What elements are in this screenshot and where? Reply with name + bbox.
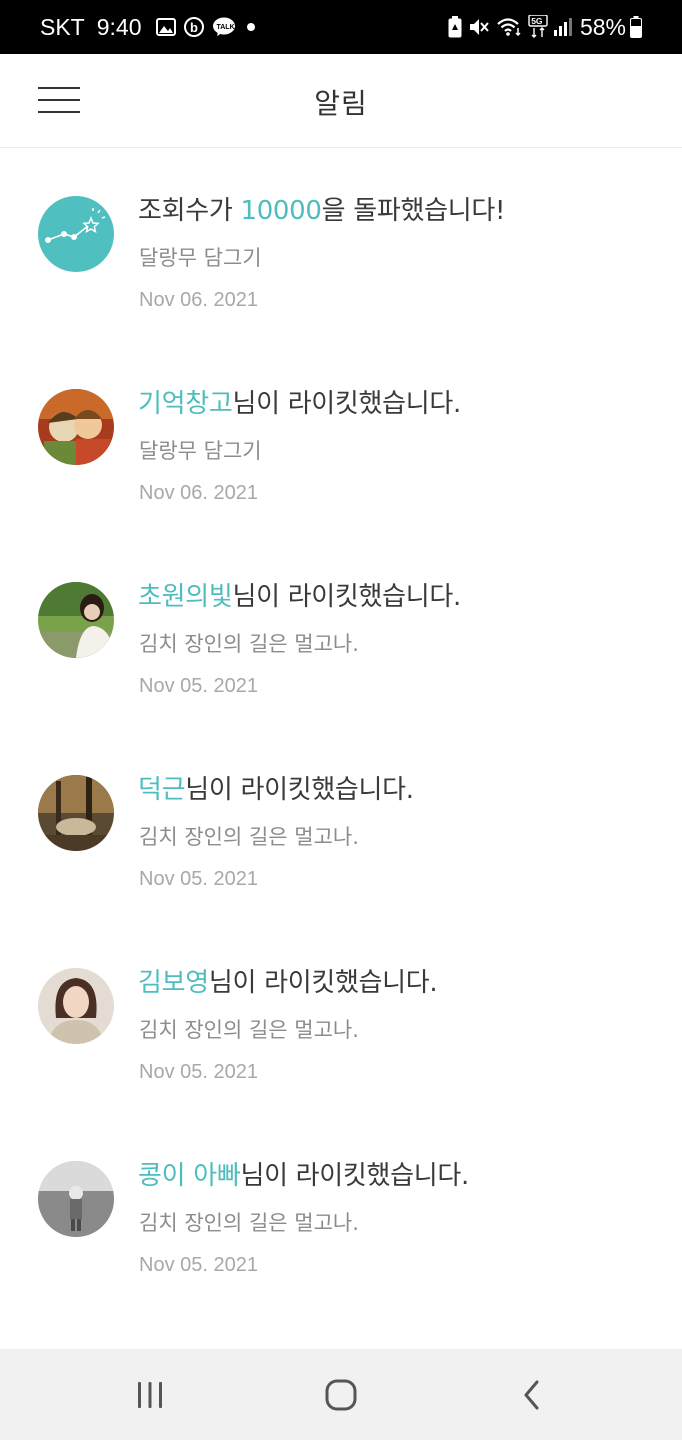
avatar[interactable]: [38, 775, 114, 851]
notification-message: 김보영님이 라이킷했습니다.: [138, 962, 438, 999]
message-suffix: 님이 라이킷했습니다.: [185, 775, 414, 805]
message-suffix: 님이 라이킷했습니다.: [208, 968, 438, 998]
clock: 9:40: [96, 13, 142, 40]
notification-item[interactable]: 초원의빛님이 라이킷했습니다. 김치 장인의 길은 멀고나. Nov 05. 2…: [0, 534, 682, 727]
avatar[interactable]: [38, 582, 114, 658]
notification-date: Nov 05. 2021: [139, 868, 258, 890]
svg-text:TALK: TALK: [216, 24, 234, 31]
notification-list: 조회수가 10000을 돌파했습니다! 달랑무 담그기 Nov 06. 2021…: [0, 148, 682, 1306]
notification-message: 콩이 아빠님이 라이킷했습니다.: [138, 1155, 469, 1192]
notification-date: Nov 06. 2021: [139, 482, 258, 504]
app-header: 알림: [0, 54, 682, 148]
page-title: 알림: [314, 87, 368, 120]
user-name-link[interactable]: 초원의빛: [138, 582, 233, 612]
status-bar: SKT 9:40 b TALK 5G 58%: [0, 0, 682, 54]
notification-message: 기억창고님이 라이킷했습니다.: [138, 383, 461, 420]
user-name-link[interactable]: 기억창고: [138, 389, 233, 419]
notification-message: 덕근님이 라이킷했습니다.: [138, 769, 414, 806]
notification-date: Nov 05. 2021: [139, 1061, 258, 1083]
user-name-link[interactable]: 콩이 아빠: [138, 1161, 241, 1191]
notification-item[interactable]: 조회수가 10000을 돌파했습니다! 달랑무 담그기 Nov 06. 2021: [0, 148, 682, 341]
battery-percent: 58%: [579, 13, 626, 40]
message-suffix: 님이 라이킷했습니다.: [240, 1161, 469, 1191]
user-name-link[interactable]: 덕근: [138, 775, 186, 805]
user-name-link[interactable]: 김보영: [138, 968, 209, 998]
notification-date: Nov 05. 2021: [139, 675, 258, 697]
status-bar-left: SKT 9:40 b TALK: [40, 14, 266, 41]
notification-message: 조회수가 10000을 돌파했습니다!: [138, 190, 505, 227]
system-nav-bar: [0, 1349, 682, 1440]
post-title: 김치 장인의 길은 멀고나.: [139, 632, 359, 656]
message-suffix: 님이 라이킷했습니다.: [232, 389, 461, 419]
battery-icon: [630, 16, 642, 38]
battery-saver-icon: [448, 16, 462, 38]
notification-dot-icon: [244, 20, 258, 34]
notification-item[interactable]: 기억창고님이 라이킷했습니다. 달랑무 담그기 Nov 06. 2021: [0, 341, 682, 534]
signal-icon: [553, 18, 572, 36]
notification-item[interactable]: 덕근님이 라이킷했습니다. 김치 장인의 길은 멀고나. Nov 05. 202…: [0, 727, 682, 920]
message-suffix: 을 돌파했습니다!: [321, 196, 506, 226]
kakaotalk-icon: TALK: [212, 17, 236, 37]
svg-text:b: b: [190, 20, 198, 35]
network-5g-icon: 5G: [528, 15, 548, 39]
post-title: 김치 장인의 길은 멀고나.: [139, 1018, 359, 1042]
notification-item[interactable]: 김보영님이 라이킷했습니다. 김치 장인의 길은 멀고나. Nov 05. 20…: [0, 920, 682, 1113]
avatar[interactable]: [38, 1161, 114, 1237]
carrier-label: SKT: [40, 13, 85, 40]
notification-date: Nov 06. 2021: [139, 289, 258, 311]
gallery-icon: [155, 18, 176, 36]
network-type-text: 5G: [531, 16, 543, 26]
message-suffix: 님이 라이킷했습니다.: [232, 582, 461, 612]
mute-icon: [468, 17, 490, 37]
avatar[interactable]: [38, 389, 114, 465]
post-title: 김치 장인의 길은 멀고나.: [139, 825, 359, 849]
wifi-icon: [496, 17, 522, 37]
message-prefix: 조회수가: [138, 196, 241, 226]
highlight-count: 10000: [240, 196, 322, 226]
post-title: 달랑무 담그기: [139, 246, 262, 270]
brunch-b-icon: b: [183, 16, 204, 38]
post-title: 달랑무 담그기: [139, 439, 262, 463]
back-icon[interactable]: [502, 1373, 562, 1417]
stats-star-chart-icon: [38, 196, 114, 272]
notification-item[interactable]: 콩이 아빠님이 라이킷했습니다. 김치 장인의 길은 멀고나. Nov 05. …: [0, 1113, 682, 1306]
notification-message: 초원의빛님이 라이킷했습니다.: [138, 576, 461, 613]
post-title: 김치 장인의 길은 멀고나.: [139, 1211, 359, 1235]
avatar[interactable]: [38, 968, 114, 1044]
notification-date: Nov 05. 2021: [139, 1254, 258, 1276]
home-icon[interactable]: [311, 1373, 371, 1417]
recent-apps-icon[interactable]: [120, 1373, 180, 1417]
status-bar-right: 5G 58%: [448, 14, 648, 41]
